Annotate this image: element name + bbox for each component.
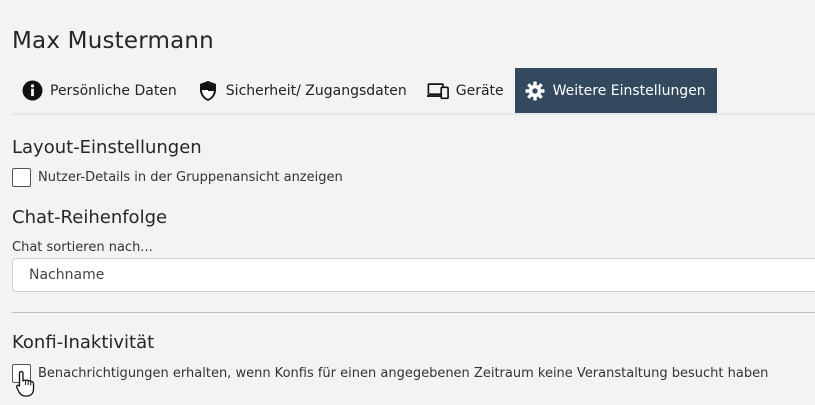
chat-sort-value: Nachname (29, 267, 105, 283)
sort-label: Chat sortieren nach... (12, 240, 153, 255)
konfi-notify-setting: Benachrichtigungen erhalten, wenn Konfis… (12, 364, 768, 383)
devices-icon (426, 80, 449, 102)
tab-further-settings[interactable]: Weitere Einstellungen (514, 68, 717, 113)
user-details-setting: Nutzer-Details in der Gruppenansicht anz… (12, 168, 343, 187)
settings-tabs: Persönliche Daten Sicherheit/ Zugangsdat… (12, 68, 815, 115)
tab-security[interactable]: Sicherheit/ Zugangsdaten (188, 68, 418, 113)
tab-label: Persönliche Daten (50, 82, 177, 99)
tab-devices[interactable]: Geräte (418, 68, 515, 113)
user-details-label[interactable]: Nutzer-Details in der Gruppenansicht anz… (38, 170, 343, 185)
konfi-inactivity-title: Konfi-Inaktivität (12, 332, 155, 353)
tab-label: Geräte (455, 82, 504, 99)
tab-label: Weitere Einstellungen (552, 82, 706, 99)
shield-icon (197, 80, 219, 102)
hand-cursor-icon (15, 370, 36, 402)
chat-order-title: Chat-Reihenfolge (12, 207, 168, 228)
konfi-notify-label[interactable]: Benachrichtigungen erhalten, wenn Konfis… (38, 366, 768, 381)
layout-settings-title: Layout-Einstellungen (12, 137, 202, 158)
gear-icon (524, 80, 546, 102)
info-icon (21, 80, 43, 102)
page-title: Max Mustermann (12, 28, 214, 54)
tab-personal-data[interactable]: Persönliche Daten (12, 68, 188, 113)
section-divider (12, 312, 815, 313)
chat-sort-select[interactable]: Nachname (12, 258, 815, 292)
user-details-checkbox[interactable] (12, 168, 31, 187)
tab-label: Sicherheit/ Zugangsdaten (225, 82, 407, 99)
